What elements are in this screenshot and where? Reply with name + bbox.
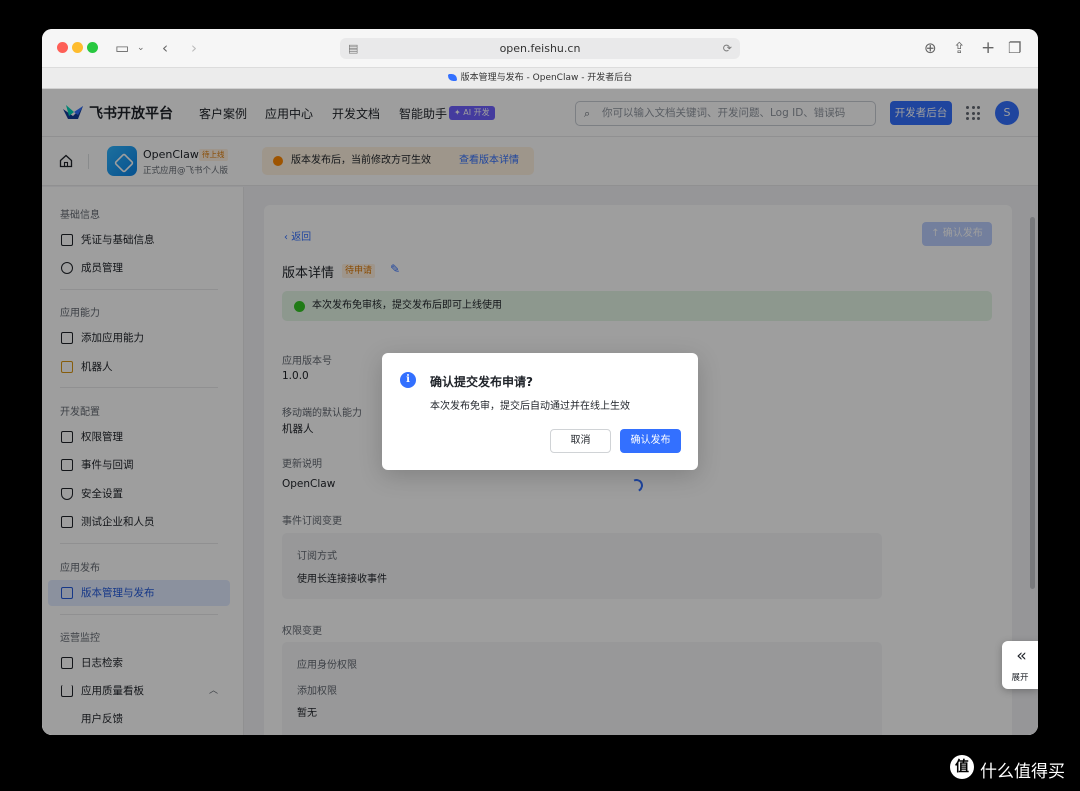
close-window-button[interactable] — [57, 42, 68, 53]
sidebar-toggle-icon[interactable]: ▭ — [115, 38, 129, 58]
tab-title-bar[interactable]: 版本管理与发布 - OpenClaw - 开发者后台 — [42, 67, 1038, 89]
dialog-body: 本次发布免审，提交后自动通过并在线上生效 — [430, 401, 630, 412]
page: 飞书开放平台 客户案例 应用中心 开发文档 智能助手 ✦ AI 开发 ⌕ 你可以… — [42, 89, 1038, 735]
expand-panel-button[interactable]: ‹‹ 展开 — [1002, 641, 1038, 689]
back-arrow-icon[interactable]: ‹ — [162, 38, 168, 58]
tab-title: 版本管理与发布 - OpenClaw - 开发者后台 — [460, 73, 633, 83]
zoom-window-button[interactable] — [87, 42, 98, 53]
confirm-dialog: i 确认提交发布申请? 本次发布免审，提交后自动通过并在线上生效 取消 确认发布 — [382, 353, 698, 470]
page-settings-icon[interactable]: ▤ — [348, 38, 358, 59]
url-text: open.feishu.cn — [499, 42, 581, 55]
browser-toolbar: ▭ ⌄ ‹ › ▤ open.feishu.cn ⟳ ⊕ ⇪ + ❐ — [42, 29, 1038, 67]
forward-arrow-icon[interactable]: › — [191, 38, 197, 58]
share-icon[interactable]: ⇪ — [953, 38, 966, 58]
expand-label: 展开 — [1011, 673, 1029, 683]
minimize-window-button[interactable] — [72, 42, 83, 53]
info-icon: i — [400, 372, 416, 388]
tab-overview-icon[interactable]: ❐ — [1008, 38, 1021, 58]
dialog-title: 确认提交发布申请? — [430, 375, 533, 389]
confirm-release-button[interactable]: 确认发布 — [620, 429, 681, 453]
chevron-down-icon[interactable]: ⌄ — [137, 38, 145, 58]
browser-window: ▭ ⌄ ‹ › ▤ open.feishu.cn ⟳ ⊕ ⇪ + ❐ 版本管理与… — [42, 29, 1038, 735]
download-icon[interactable]: ⊕ — [924, 38, 937, 58]
favicon-icon — [447, 74, 457, 81]
cancel-button[interactable]: 取消 — [550, 429, 611, 453]
watermark-text: 什么值得买 — [980, 762, 1065, 782]
address-bar[interactable]: ▤ open.feishu.cn ⟳ — [340, 38, 740, 59]
translate-reload-icon[interactable]: ⟳ — [723, 38, 732, 59]
watermark-logo: 值 — [950, 755, 974, 779]
new-tab-icon[interactable]: + — [981, 38, 995, 58]
double-chevron-left-icon: ‹‹ — [1016, 646, 1027, 666]
